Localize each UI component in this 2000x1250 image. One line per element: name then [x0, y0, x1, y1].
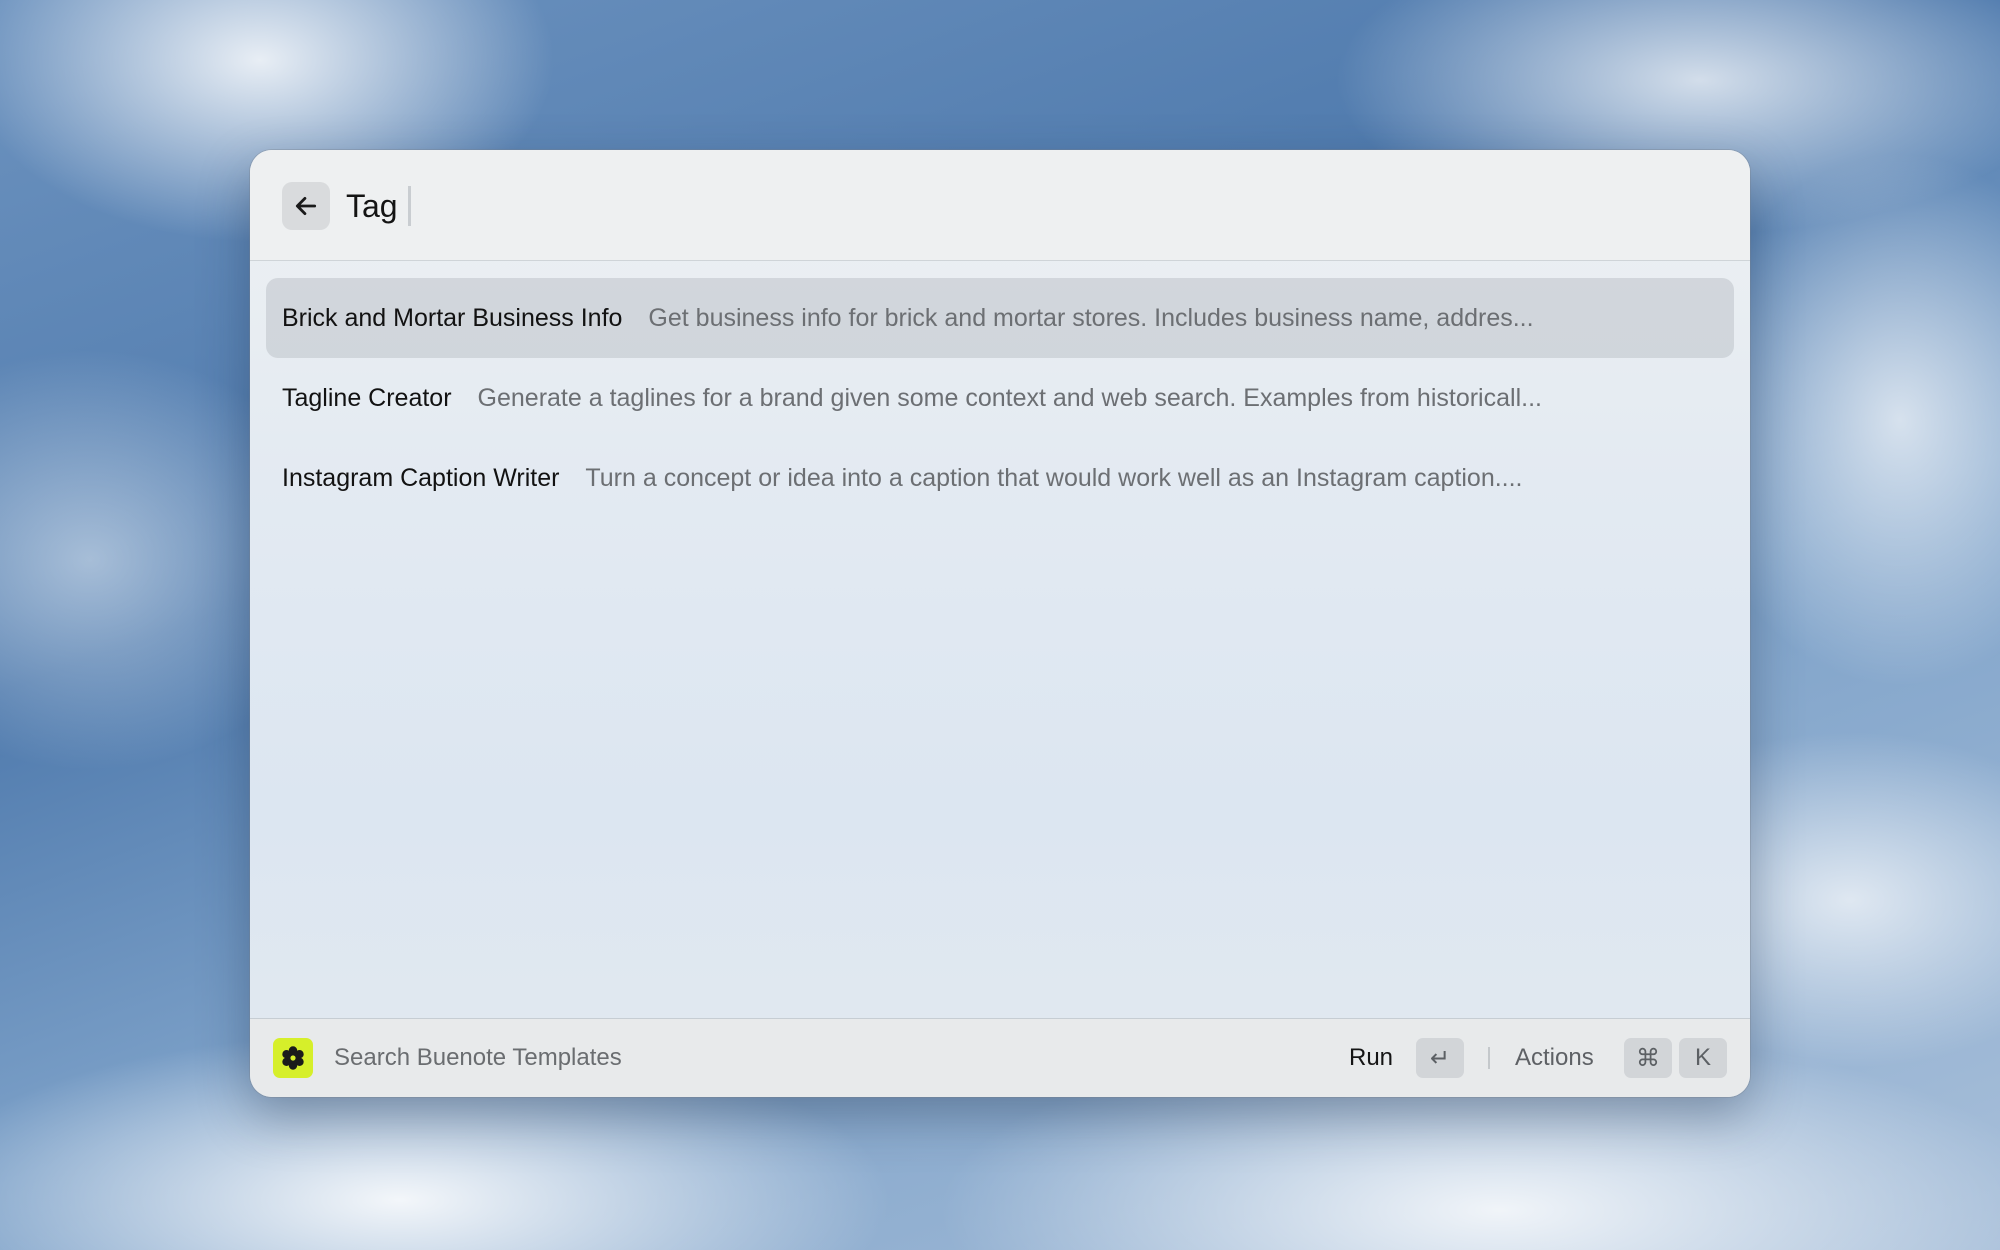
enter-key-hint: ↵ [1416, 1038, 1464, 1078]
buenote-logo-icon [273, 1038, 313, 1078]
result-description: Get business info for brick and mortar s… [648, 303, 1534, 332]
result-title: Tagline Creator [282, 383, 452, 412]
search-input[interactable] [346, 178, 1700, 236]
result-item-instagram-caption-writer[interactable]: Instagram Caption Writer Turn a concept … [266, 438, 1734, 518]
command-key-hint: ⌘ [1624, 1038, 1672, 1078]
result-item-tagline-creator[interactable]: Tagline Creator Generate a taglines for … [266, 358, 1734, 438]
result-description: Turn a concept or idea into a caption th… [585, 463, 1523, 492]
back-button[interactable] [282, 182, 330, 230]
arrow-left-icon [295, 197, 317, 215]
search-header: Tag [250, 150, 1750, 261]
results-list: Brick and Mortar Business Info Get busin… [266, 278, 1734, 518]
result-description: Generate a taglines for a brand given so… [477, 383, 1542, 412]
footer-bar: Search Buenote Templates Run ↵ Actions ⌘… [250, 1018, 1750, 1097]
footer-context-label: Search Buenote Templates [334, 1044, 622, 1071]
result-title: Instagram Caption Writer [282, 463, 560, 492]
result-title: Brick and Mortar Business Info [282, 303, 623, 332]
result-item-brick-and-mortar[interactable]: Brick and Mortar Business Info Get busin… [266, 278, 1734, 358]
launcher-window: Tag Brick and Mortar Business Info Get b… [250, 150, 1750, 1097]
actions-button[interactable]: Actions [1515, 1019, 1594, 1097]
footer-divider [1488, 1047, 1490, 1069]
run-button[interactable]: Run [1349, 1019, 1393, 1097]
k-key-hint: K [1679, 1038, 1727, 1078]
